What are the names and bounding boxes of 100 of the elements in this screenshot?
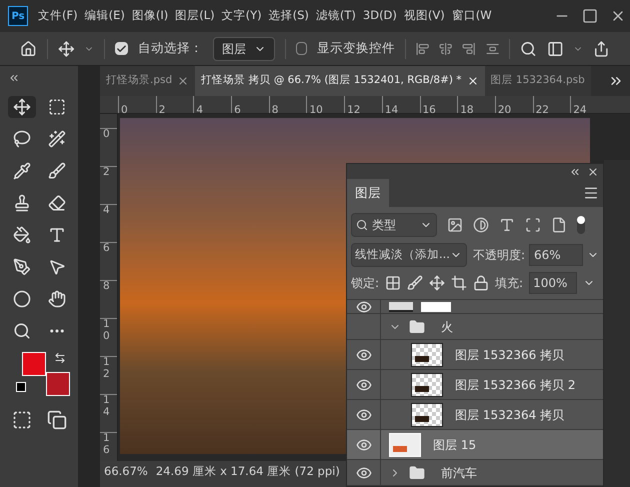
close-icon[interactable] [587, 166, 599, 178]
document-info: 24.69 厘米 x 17.64 厘米 (72 ppi) [156, 463, 340, 480]
ruler-number: 14 [384, 104, 398, 113]
align-center-icon[interactable] [439, 40, 452, 56]
move-icon[interactable] [58, 38, 74, 58]
align-right-icon[interactable] [462, 40, 476, 56]
filter-toggle[interactable] [577, 216, 585, 234]
layer-group-row[interactable]: 前汽车 [347, 460, 603, 486]
auto-select-dropdown[interactable]: 图层 [213, 36, 275, 60]
stamp-icon[interactable] [12, 194, 30, 212]
ruler-number: 4 [195, 104, 204, 113]
eye-icon[interactable] [356, 436, 372, 452]
zoom-level[interactable]: 66.67% [104, 463, 148, 480]
menu-item[interactable]: 窗口(W [452, 7, 492, 25]
ruler-number: 6 [103, 243, 110, 255]
eyedropper-icon[interactable] [12, 162, 30, 180]
layers-tab[interactable]: 图层 [347, 179, 389, 207]
close-icon[interactable] [466, 75, 479, 87]
document-tab[interactable]: 图层 1532364.psb [484, 66, 591, 96]
default-colors-icon[interactable] [16, 382, 26, 392]
eye-icon[interactable] [356, 464, 372, 480]
checkbox[interactable] [296, 42, 307, 55]
layer-name: 图层 1532364 拷贝 [455, 406, 564, 424]
filter-dropdown[interactable]: 类型 [351, 213, 437, 237]
move-tool-icon[interactable] [12, 98, 30, 116]
layer-thumbnail [411, 342, 443, 366]
magic-wand-icon[interactable] [48, 130, 66, 148]
menu-item[interactable]: 图像(I) [132, 7, 168, 25]
menu-item[interactable]: 文件(F) [38, 7, 78, 25]
menu-item[interactable]: 选择(S) [268, 7, 309, 25]
folder-icon [409, 318, 425, 334]
pointer-icon[interactable] [48, 258, 66, 276]
home-icon[interactable] [20, 38, 37, 58]
layer-row[interactable] [347, 300, 603, 314]
document-tab[interactable]: 打怪场景 拷贝 @ 66.7% (图层 1532401, RGB/8#) * [195, 66, 485, 96]
hand-icon[interactable] [48, 290, 66, 308]
opacity-field[interactable]: 66% [529, 244, 583, 266]
menu-item[interactable]: 视图(V) [404, 7, 445, 25]
eraser-icon[interactable] [48, 194, 66, 212]
lasso-tool-icon[interactable] [12, 130, 30, 148]
shape-filter-icon[interactable] [525, 217, 541, 233]
collapse-icon[interactable] [8, 72, 20, 84]
ruler-number: 2 [158, 104, 166, 113]
image-filter-icon[interactable] [447, 217, 463, 233]
zoom-tool-icon[interactable] [12, 322, 30, 340]
menu-item[interactable]: 编辑(E) [84, 7, 125, 25]
document-tab[interactable]: 打怪场景.psd [100, 66, 196, 96]
menu-item[interactable]: 图层(L) [175, 7, 215, 25]
menu-item[interactable]: 滤镜(T) [316, 7, 356, 25]
background-color-swatch[interactable] [46, 372, 70, 396]
layer-row[interactable]: 图层 1532366 拷贝 [347, 340, 603, 370]
maximize-icon[interactable] [582, 8, 598, 24]
close-icon[interactable] [177, 75, 190, 87]
blend-mode-dropdown[interactable]: 线性减淡（添加... [351, 243, 467, 267]
quick-mask-icon[interactable] [12, 410, 32, 430]
panel-menu-icon[interactable] [583, 185, 599, 201]
paint-bucket-icon[interactable] [12, 226, 30, 244]
swap-colors-icon[interactable] [54, 352, 66, 364]
smart-object-filter-icon[interactable] [551, 217, 567, 233]
auto-select-label: 自动选择： [138, 39, 203, 58]
lock-artboard-icon[interactable] [451, 275, 468, 291]
group-name: 前汽车 [441, 464, 477, 482]
menu-item[interactable]: 3D(D) [362, 7, 397, 25]
layer-group-row[interactable]: 火 [347, 314, 603, 340]
ruler-number: 10 [103, 319, 110, 342]
eye-icon[interactable] [356, 376, 372, 392]
fill-label: 填充: [495, 275, 524, 292]
ruler-number: 20 [496, 104, 512, 113]
lock-pixels-icon[interactable] [407, 275, 424, 291]
folder-icon [409, 464, 425, 480]
marquee-tool-icon[interactable] [48, 98, 66, 116]
eye-icon[interactable] [356, 346, 372, 362]
align-left-icon[interactable] [416, 40, 430, 56]
layer-row[interactable]: 图层 1532366 拷贝 2 [347, 370, 603, 400]
layer-row[interactable]: 图层 15 [347, 430, 603, 460]
ruler-number: 16 [422, 104, 436, 113]
ruler-number: 8 [103, 281, 110, 293]
type-tool-icon[interactable] [48, 226, 66, 244]
fill-field[interactable]: 100% [529, 272, 578, 294]
screen-mode-icon[interactable] [46, 410, 66, 430]
eye-icon[interactable] [356, 406, 372, 422]
brush-icon[interactable] [48, 162, 66, 180]
layer-mask-thumbnail [421, 302, 451, 312]
ellipse-tool-icon[interactable] [12, 290, 30, 308]
eye-icon[interactable] [356, 300, 372, 313]
ruler-number: 2 [103, 167, 110, 179]
menu-item[interactable]: 文字(Y) [222, 7, 262, 25]
adjustment-filter-icon[interactable] [473, 217, 489, 233]
lock-icon[interactable] [473, 275, 490, 291]
share-icon[interactable] [593, 38, 610, 58]
ruler-number: 12 [346, 104, 360, 113]
foreground-color-swatch[interactable] [22, 352, 46, 376]
pen-tool-icon[interactable] [12, 258, 30, 276]
layer-name: 图层 1532366 拷贝 [455, 346, 564, 364]
type-filter-icon[interactable] [499, 217, 515, 233]
layer-row[interactable]: 图层 1532364 拷贝 [347, 400, 603, 430]
lock-position-icon[interactable] [429, 275, 446, 291]
lock-transparency-icon[interactable] [385, 275, 402, 291]
opacity-label: 不透明度: [472, 247, 526, 264]
ruler-number: 22 [534, 104, 549, 113]
